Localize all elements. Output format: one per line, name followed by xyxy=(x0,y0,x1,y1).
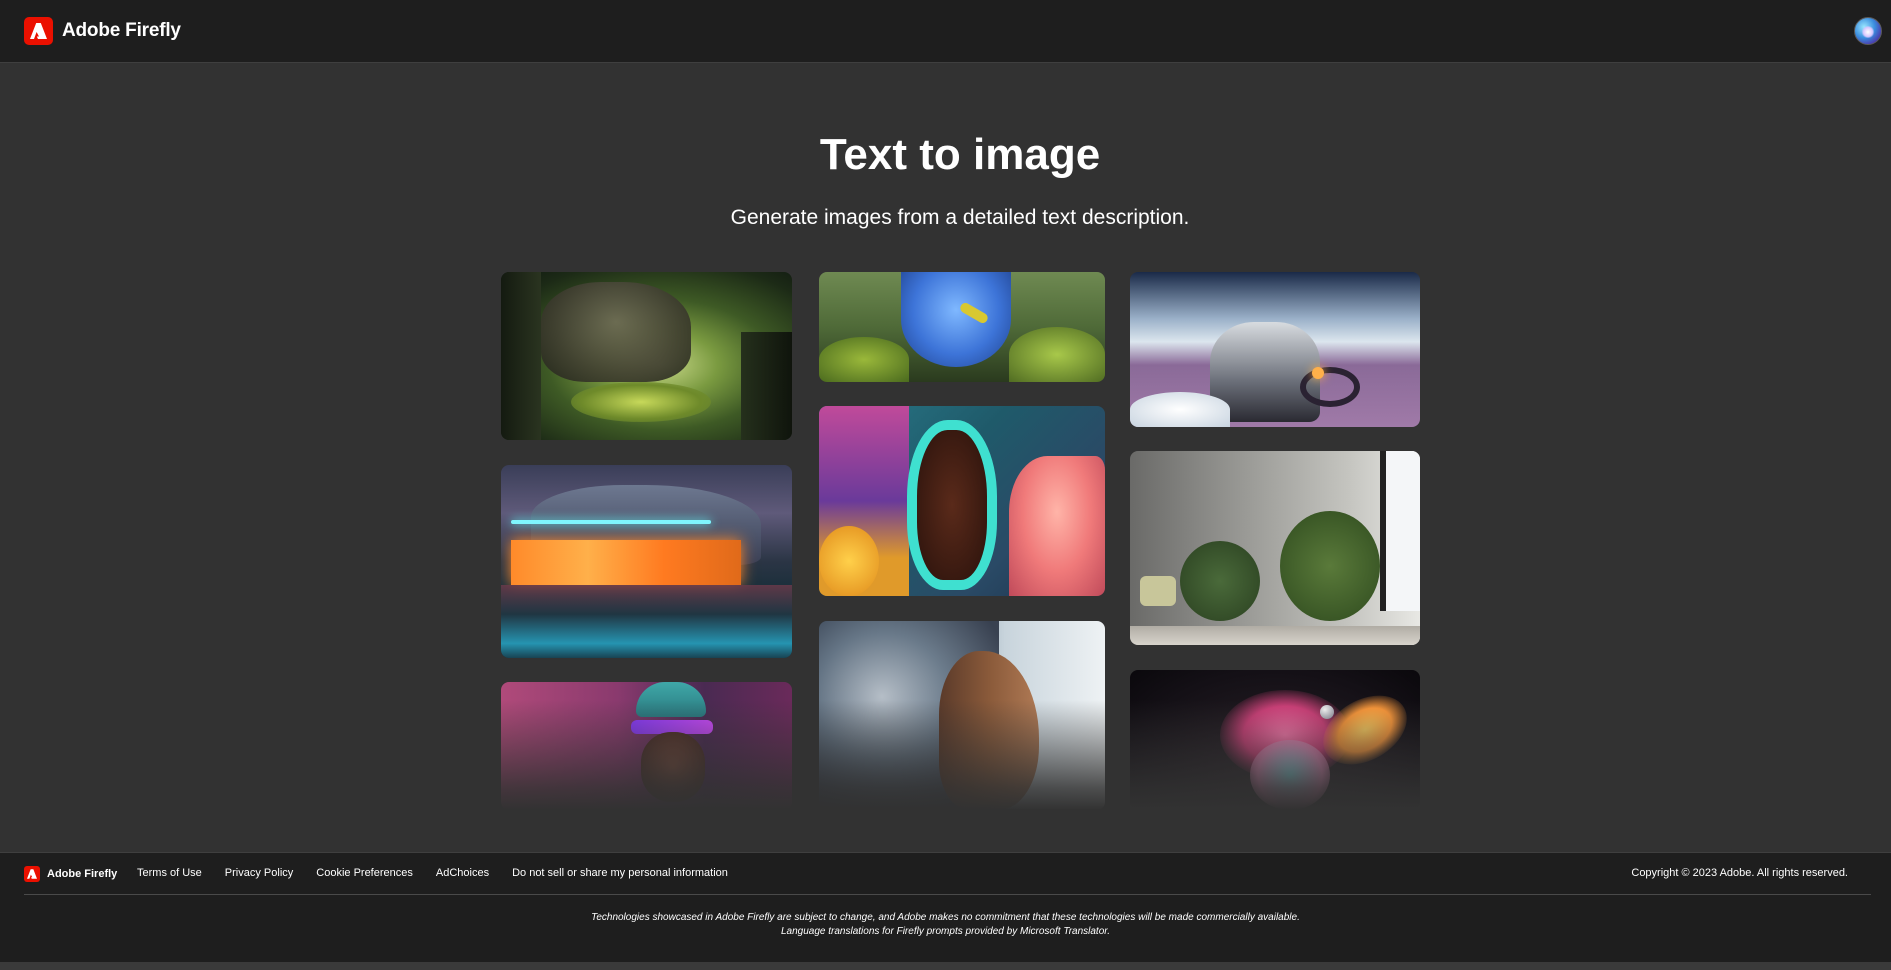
adobe-logo-icon xyxy=(24,866,40,882)
do-not-sell-link[interactable]: Do not sell or share my personal informa… xyxy=(512,867,728,879)
top-header: Adobe Firefly xyxy=(0,0,1891,63)
bottom-strip xyxy=(0,962,1891,970)
terms-of-use-link[interactable]: Terms of Use xyxy=(137,867,202,879)
privacy-policy-link[interactable]: Privacy Policy xyxy=(225,867,293,879)
disclaimer-line-2: Language translations for Firefly prompt… xyxy=(780,926,1111,937)
brand-name: Adobe Firefly xyxy=(62,20,181,41)
gallery-image[interactable] xyxy=(819,272,1105,382)
disclaimer-text: Technologies showcased in Adobe Firefly … xyxy=(0,911,1891,939)
gallery-image[interactable] xyxy=(819,406,1105,596)
footer-divider xyxy=(24,894,1871,895)
gallery-image[interactable] xyxy=(1130,272,1420,427)
footer-links: Terms of Use Privacy Policy Cookie Prefe… xyxy=(137,867,728,879)
page-title: Text to image xyxy=(819,130,1101,179)
adobe-logo-icon xyxy=(24,17,53,45)
footer-brand-name: Adobe Firefly xyxy=(47,868,118,880)
page-subtitle: Generate images from a detailed text des… xyxy=(730,206,1190,229)
page-footer: Adobe Firefly Terms of Use Privacy Polic… xyxy=(0,852,1891,962)
copyright-text: Copyright © 2023 Adobe. All rights reser… xyxy=(1631,867,1848,879)
adchoices-link[interactable]: AdChoices xyxy=(436,867,489,879)
gallery-image[interactable] xyxy=(819,621,1105,810)
user-avatar[interactable] xyxy=(1854,17,1882,45)
gallery-image[interactable] xyxy=(501,682,792,810)
gallery-image[interactable] xyxy=(1130,670,1420,810)
gallery-image[interactable] xyxy=(501,272,792,440)
gallery-image[interactable] xyxy=(1130,451,1420,645)
brand-home-link[interactable]: Adobe Firefly xyxy=(24,17,181,45)
gallery-image[interactable] xyxy=(501,465,792,658)
footer-brand[interactable]: Adobe Firefly xyxy=(24,866,117,882)
disclaimer-line-1: Technologies showcased in Adobe Firefly … xyxy=(591,912,1300,923)
cookie-preferences-link[interactable]: Cookie Preferences xyxy=(316,867,413,879)
